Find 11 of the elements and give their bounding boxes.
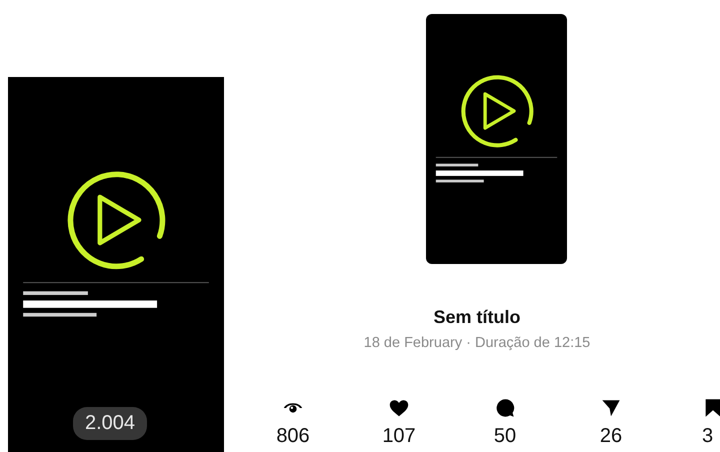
stat-count: 107 (382, 425, 416, 448)
stat-count: 50 (494, 425, 516, 448)
post-date-duration: 18 de February · Duração de 12:15 (362, 335, 592, 351)
stat-count: 3 (702, 425, 714, 448)
speech-bubble-icon (494, 397, 516, 419)
play-count-badge: 2.004 (73, 407, 148, 440)
post-title: Sem título (432, 307, 522, 328)
stat-count: 806 (276, 425, 310, 448)
paper-plane-icon (600, 397, 622, 419)
heart-icon (388, 397, 410, 419)
stat-count: 26 (600, 425, 622, 448)
